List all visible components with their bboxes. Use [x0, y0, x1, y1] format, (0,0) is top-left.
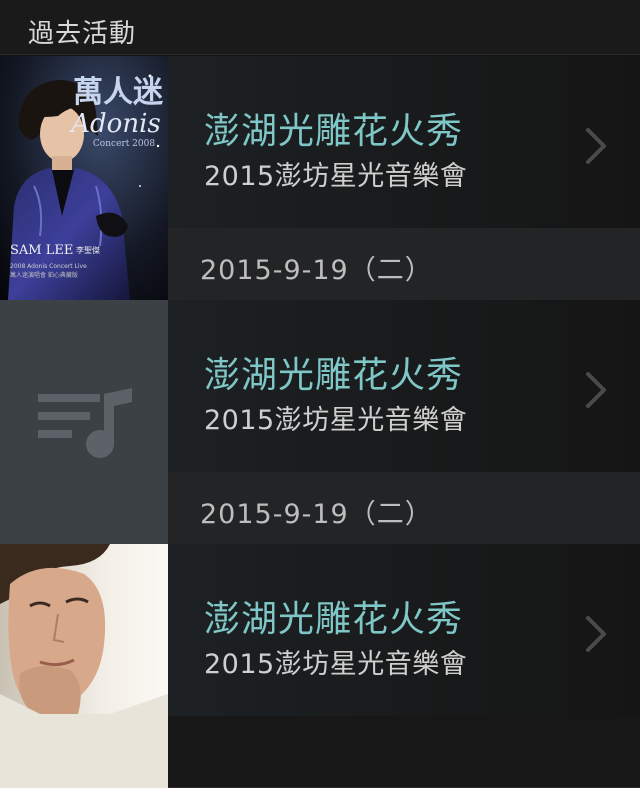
svg-text:萬人迷: 萬人迷	[73, 75, 164, 110]
event-date: 2015-9-19（二）	[200, 499, 433, 530]
section-header: 過去活動	[0, 0, 640, 55]
svg-text:李聖傑: 李聖傑	[76, 245, 100, 255]
section-title: 過去活動	[28, 19, 137, 49]
event-date: 2015-9-19（二）	[200, 255, 433, 286]
event-thumbnail	[0, 300, 168, 544]
chevron-right-icon	[586, 372, 606, 408]
event-title: 澎湖光雕花火秀	[204, 111, 464, 152]
svg-text:Concert 2008: Concert 2008	[93, 139, 155, 149]
event-info[interactable]: 澎湖光雕花火秀 2015澎坊星光音樂會	[168, 300, 640, 472]
event-subtitle: 2015澎坊星光音樂會	[204, 161, 468, 192]
event-title: 澎湖光雕花火秀	[204, 599, 464, 640]
event-info[interactable]: 澎湖光雕花火秀 2015澎坊星光音樂會	[168, 544, 640, 716]
event-thumbnail	[0, 544, 168, 788]
album-cover-image: 萬人迷 Adonis Concert 2008 SAM LEE 李聖傑 2008…	[0, 56, 168, 300]
portrait-photo	[0, 544, 168, 788]
event-item[interactable]: 澎湖光雕花火秀 2015澎坊星光音樂會	[0, 544, 640, 788]
svg-text:2008 Adonis Concert Live: 2008 Adonis Concert Live	[10, 263, 87, 270]
event-info[interactable]: 澎湖光雕花火秀 2015澎坊星光音樂會	[168, 56, 640, 228]
event-item[interactable]: 萬人迷 Adonis Concert 2008 SAM LEE 李聖傑 2008…	[0, 56, 640, 300]
chevron-right-icon	[586, 128, 606, 164]
chevron-right-icon	[586, 616, 606, 652]
event-item[interactable]: 澎湖光雕花火秀 2015澎坊星光音樂會 2015-9-19（二）	[0, 300, 640, 544]
event-date-bar: 2015-9-19（二）	[168, 228, 640, 300]
svg-text:Adonis: Adonis	[69, 109, 160, 139]
music-list-icon	[38, 388, 132, 458]
event-thumbnail: 萬人迷 Adonis Concert 2008 SAM LEE 李聖傑 2008…	[0, 56, 168, 300]
svg-text:SAM LEE: SAM LEE	[10, 243, 73, 258]
event-subtitle: 2015澎坊星光音樂會	[204, 405, 468, 436]
event-date-bar: 2015-9-19（二）	[168, 472, 640, 544]
event-title: 澎湖光雕花火秀	[204, 355, 464, 396]
event-subtitle: 2015澎坊星光音樂會	[204, 649, 468, 680]
svg-text:萬人迷演唱會 鉑心典藏版: 萬人迷演唱會 鉑心典藏版	[10, 271, 78, 279]
